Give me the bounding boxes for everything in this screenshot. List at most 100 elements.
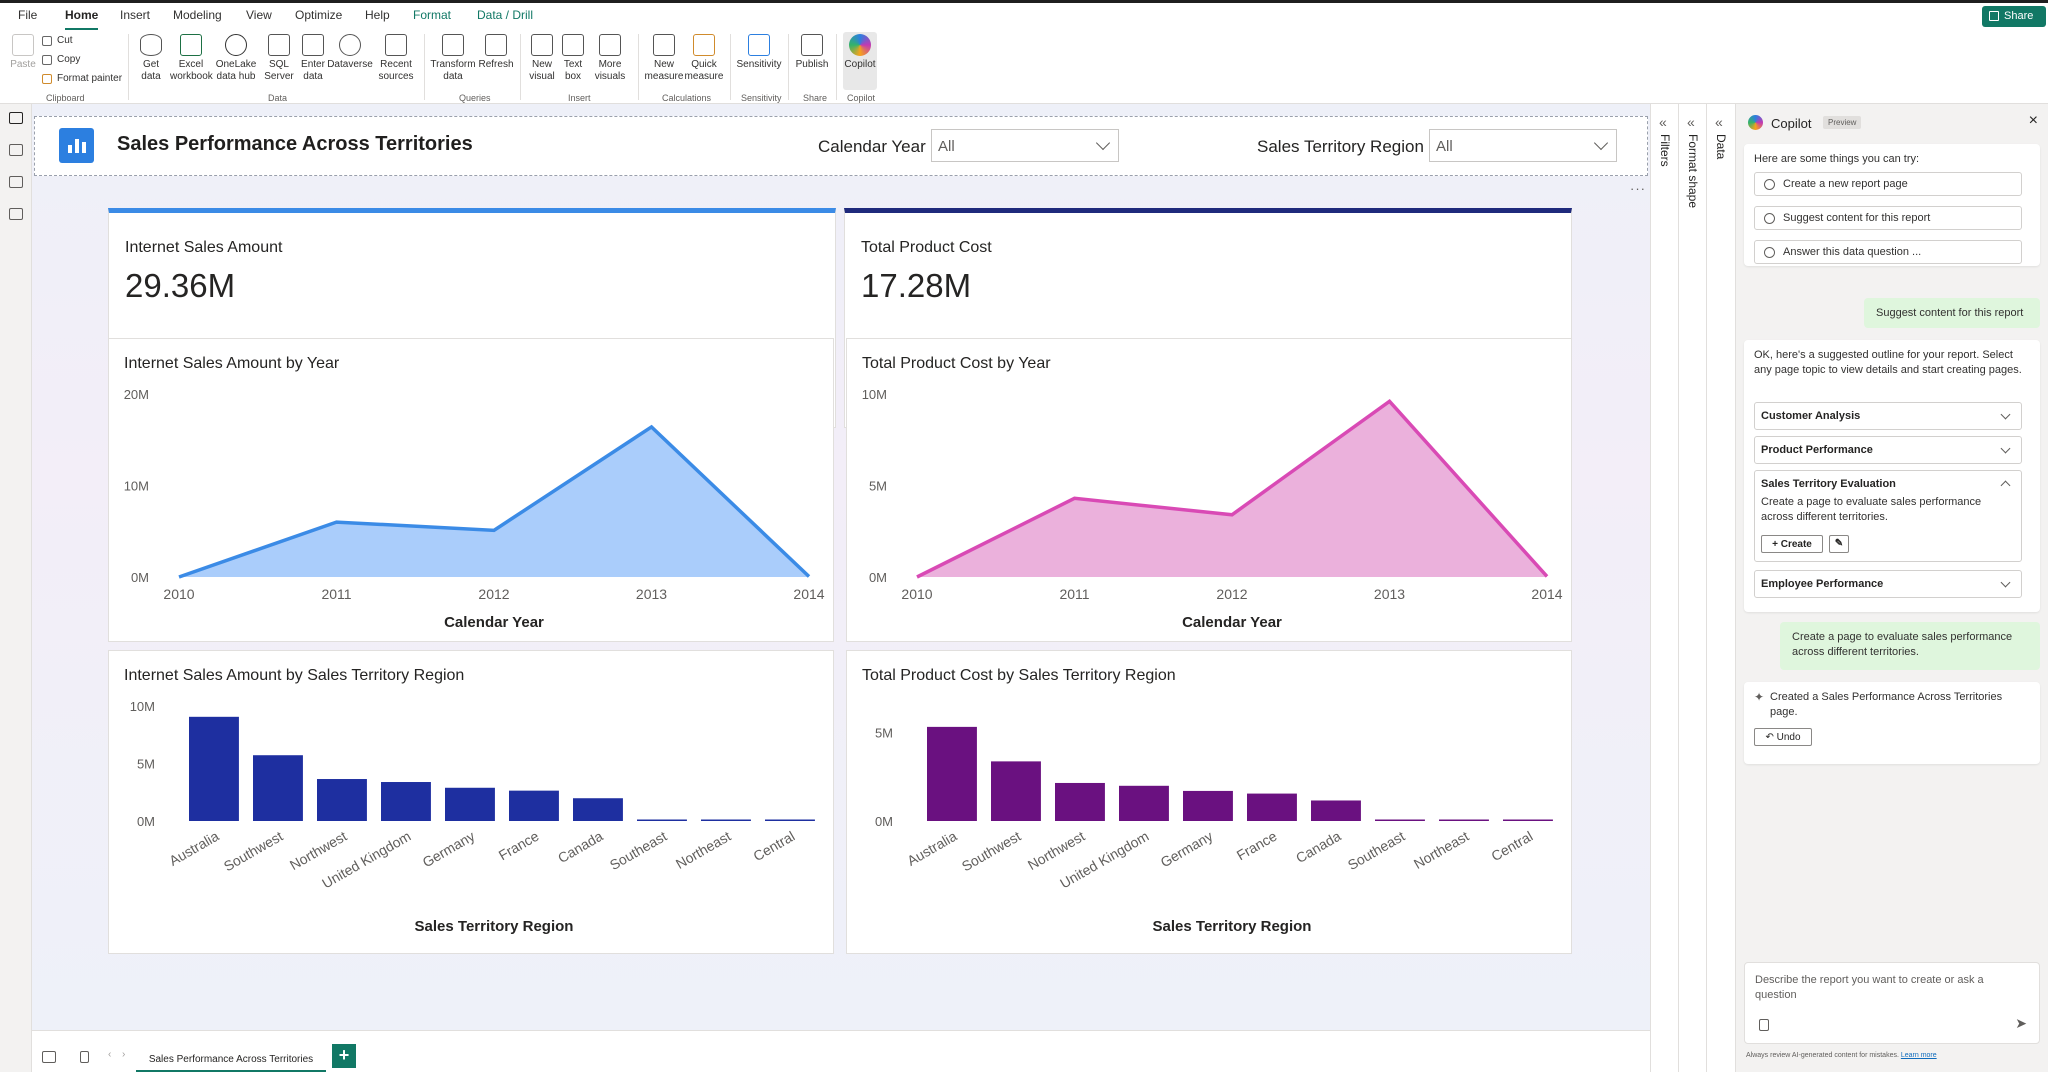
onelake-button[interactable]: OneLake data hub <box>214 34 258 83</box>
add-page-button[interactable]: + <box>332 1044 356 1068</box>
create-button[interactable]: + Create <box>1761 535 1823 553</box>
enter-data-button[interactable]: Enter data <box>296 34 330 83</box>
bar <box>1375 819 1425 821</box>
chevron-down-icon <box>1593 135 1609 151</box>
topic-customer-analysis[interactable]: Customer Analysis <box>1754 402 2022 430</box>
bar <box>1439 819 1489 821</box>
tab-optimize[interactable]: Optimize <box>295 8 342 22</box>
collapse-icon[interactable]: « <box>1715 114 1723 130</box>
y-tick-label: 10M <box>862 387 887 402</box>
tab-home[interactable]: Home <box>65 8 99 31</box>
area-chart: 0M 10M 20M 2010 2011 2012 2013 2014 Calendar Yea… <box>124 387 825 631</box>
chart-cost-by-region[interactable]: Total Product Cost by Sales Territory Re… <box>846 650 1572 954</box>
divider <box>836 34 837 100</box>
slicer-label-region: Sales Territory Region <box>1257 137 1424 156</box>
tab-format[interactable]: Format <box>413 8 451 22</box>
mobile-view-icon[interactable] <box>80 1051 89 1063</box>
text-box-icon <box>562 34 584 56</box>
suggestion-button[interactable]: Suggest content for this report <box>1754 206 2022 230</box>
transform-data-button[interactable]: Transform data <box>430 34 476 83</box>
topic-sales-territory[interactable]: Sales Territory Evaluation Create a page… <box>1754 470 2022 562</box>
data-pane[interactable]: « Data <box>1706 104 1735 1072</box>
tab-modeling[interactable]: Modeling <box>173 8 222 22</box>
divider <box>788 34 789 100</box>
sensitivity-icon <box>748 34 770 56</box>
y-tick-label: 0M <box>131 570 149 585</box>
outline-panel: OK, here's a suggested outline for your … <box>1744 340 2040 612</box>
document-icon <box>385 34 407 56</box>
dax-query-icon[interactable] <box>9 208 23 220</box>
refresh-button[interactable]: Refresh <box>476 34 516 71</box>
menu-tabs: File Home Insert Modeling View Optimize … <box>0 3 2048 31</box>
topic-product-performance[interactable]: Product Performance <box>1754 436 2022 464</box>
chart-cost-by-year[interactable]: Total Product Cost by Year 0M 5M 10M 2010 20… <box>846 338 1572 642</box>
cut-button[interactable]: Cut <box>42 35 73 46</box>
send-icon[interactable]: ➤ <box>2015 1015 2027 1032</box>
close-icon[interactable]: × <box>2029 112 2038 130</box>
prev-page-icon[interactable]: ‹ <box>108 1049 111 1060</box>
publish-button[interactable]: Publish <box>794 34 830 71</box>
group-insert: Insert <box>568 93 591 103</box>
collapse-icon[interactable]: « <box>1659 114 1667 130</box>
copy-button[interactable]: Copy <box>42 54 80 65</box>
text-box-button[interactable]: Text box <box>558 34 588 83</box>
sensitivity-button[interactable]: Sensitivity <box>736 34 782 71</box>
x-tick-label: 2010 <box>163 586 194 602</box>
new-visual-button[interactable]: New visual <box>526 34 558 83</box>
share-icon <box>1989 11 1999 21</box>
suggestion-button[interactable]: Answer this data question ... <box>1754 240 2022 264</box>
table-view-icon[interactable] <box>9 144 23 156</box>
x-tick-label: 2011 <box>321 586 351 602</box>
tab-insert[interactable]: Insert <box>120 8 150 22</box>
excel-workbook-button[interactable]: Excel workbook <box>170 34 213 83</box>
tab-view[interactable]: View <box>246 8 272 22</box>
x-axis-title: Calendar Year <box>1182 614 1282 631</box>
brush-icon <box>42 74 52 84</box>
undo-button[interactable]: ↶ Undo <box>1754 728 1812 746</box>
y-tick-label: 10M <box>124 479 149 494</box>
tab-help[interactable]: Help <box>365 8 390 22</box>
group-data: Data <box>268 93 288 103</box>
paste-button[interactable]: Paste <box>8 34 38 71</box>
y-tick-label: 5M <box>137 757 155 772</box>
chevron-down-icon <box>2000 409 2011 420</box>
copilot-input[interactable]: Describe the report you want to create o… <box>1744 962 2040 1044</box>
kpi-value: 17.28M <box>861 267 972 304</box>
outline-intro: OK, here's a suggested outline for your … <box>1754 349 2022 376</box>
tab-file[interactable]: File <box>18 8 37 22</box>
chart-sales-by-year[interactable]: Internet Sales Amount by Year 0M 10M 20M 20… <box>108 338 834 642</box>
suggestion-button[interactable]: Create a new report page <box>1754 172 2022 196</box>
dataverse-button[interactable]: Dataverse <box>326 34 374 71</box>
page-tab[interactable]: Sales Performance Across Territories <box>136 1045 326 1072</box>
model-view-icon[interactable] <box>9 176 23 188</box>
report-view-icon[interactable] <box>9 112 23 124</box>
copilot-ribbon-button[interactable]: Copilot <box>843 32 877 90</box>
chart-sales-by-region[interactable]: Internet Sales Amount by Sales Territory… <box>108 650 834 954</box>
quick-measure-button[interactable]: Quick measure <box>684 34 724 83</box>
get-data-button[interactable]: Get data <box>134 34 168 83</box>
sales-territory-region-slicer[interactable]: All <box>1429 129 1617 162</box>
prompt-guide-icon[interactable] <box>1759 1019 1769 1031</box>
report-header: Sales Performance Across Territories Cal… <box>34 116 1648 176</box>
more-visuals-button[interactable]: More visuals <box>590 34 630 83</box>
calendar-year-slicer[interactable]: All <box>931 129 1119 162</box>
more-options-icon[interactable]: ··· <box>1630 181 1646 196</box>
edit-icon[interactable]: ✎ <box>1829 535 1849 553</box>
share-button[interactable]: Share <box>1982 6 2046 27</box>
desktop-view-icon[interactable] <box>42 1051 56 1063</box>
bar <box>1119 785 1169 821</box>
format-pane[interactable]: « Format shape <box>1678 104 1706 1072</box>
bar-chart: 0M5M10MAustralia Southwest NorthwestUnited… <box>130 699 815 935</box>
new-measure-button[interactable]: New measure <box>644 34 684 83</box>
bar <box>765 819 815 821</box>
topic-employee-performance[interactable]: Employee Performance <box>1754 570 2022 598</box>
learn-more-link[interactable]: Learn more <box>1901 1052 1937 1059</box>
filters-pane[interactable]: « Filters <box>1650 104 1678 1072</box>
tab-data-drill[interactable]: Data / Drill <box>477 8 533 22</box>
format-painter-button[interactable]: Format painter <box>42 73 122 84</box>
recent-sources-button[interactable]: Recent sources <box>374 34 418 83</box>
collapse-icon[interactable]: « <box>1687 114 1695 130</box>
result-message: Created a Sales Performance Across Terri… <box>1770 691 2003 718</box>
next-page-icon[interactable]: › <box>122 1049 125 1060</box>
sql-server-button[interactable]: SQL Server <box>262 34 296 83</box>
